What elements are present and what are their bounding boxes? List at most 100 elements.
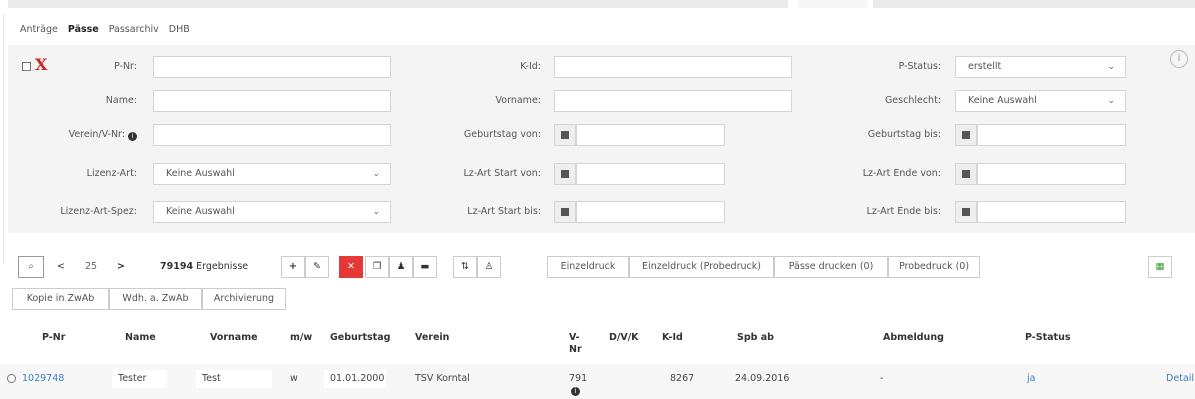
card-button[interactable]: ▬ [413, 256, 437, 278]
name-input[interactable] [153, 90, 391, 112]
verein-input[interactable] [153, 124, 391, 146]
lizenz-art-value: Keine Auswahl [166, 168, 235, 179]
tab-dhb[interactable]: DHB [169, 24, 190, 35]
col-header-vorname[interactable]: Vorname [210, 332, 258, 344]
select-all-checkbox[interactable] [22, 62, 31, 71]
col-header-v: V- [569, 332, 580, 343]
lizenz-art-select[interactable]: Keine Auswahl ⌄ [153, 163, 391, 185]
lz-ende-bis-input[interactable] [977, 201, 1126, 223]
table-row[interactable] [0, 364, 1195, 399]
edit-button[interactable]: ✎ [305, 256, 329, 278]
row-k-id: 8267 [670, 373, 695, 384]
delete-button[interactable]: ✕ [339, 256, 363, 278]
search-button[interactable]: ⌕ [18, 256, 44, 278]
probedruck-button[interactable]: Probedruck (0) [888, 256, 980, 278]
verein-label-text: Verein/V-Nr: [68, 129, 125, 140]
calendar-icon[interactable] [955, 163, 977, 185]
vorname-input[interactable] [554, 90, 792, 112]
calendar-icon[interactable] [955, 124, 977, 146]
k-id-label: K-Id: [520, 61, 541, 72]
chevron-down-icon: ⌄ [372, 207, 380, 217]
col-header-name[interactable]: Name [125, 332, 156, 344]
calendar-glyph [561, 208, 569, 216]
col-header-verein[interactable]: Verein [415, 332, 449, 344]
lz-start-bis-input[interactable] [576, 201, 725, 223]
top-bar-segment [8, 0, 788, 8]
row-name: Tester [112, 370, 167, 388]
row-select-radio[interactable] [7, 374, 16, 383]
row-p-status[interactable]: ja [1027, 373, 1035, 385]
plus-icon: + [289, 261, 297, 272]
close-icon: ✕ [347, 261, 355, 272]
add-button[interactable]: + [281, 256, 305, 278]
col-header-p-status[interactable]: P-Status [1025, 332, 1071, 344]
lz-ende-von-label: Lz-Art Ende von: [862, 168, 941, 179]
einzeldruck-button[interactable]: Einzeldruck [547, 256, 629, 278]
col-header-abmeldung[interactable]: Abmeldung [883, 332, 944, 344]
row-verein: TSV Korntal [415, 373, 470, 384]
lz-ende-von-input[interactable] [977, 163, 1126, 185]
row-p-nr-link[interactable]: 1029748 [22, 373, 64, 385]
geb-bis-input[interactable] [977, 124, 1126, 146]
k-id-input[interactable] [554, 56, 792, 78]
result-count: 79194 [160, 261, 194, 272]
info-icon: i [128, 132, 137, 141]
geb-von-input[interactable] [576, 124, 725, 146]
excel-export-button[interactable]: ▦ [1148, 256, 1172, 278]
col-header-spb-ab[interactable]: Spb ab [737, 332, 774, 344]
tab-antraege[interactable]: Anträge [20, 24, 58, 35]
users-button[interactable]: ♙ [477, 256, 501, 278]
col-header-v-nr[interactable]: V- Nr [569, 332, 582, 356]
chevron-down-icon: ⌄ [1107, 96, 1115, 106]
prev-page-icon[interactable]: < [56, 256, 66, 278]
wdh-zwab-button[interactable]: Wdh. a. ZwAb [109, 288, 202, 310]
lz-start-von-input[interactable] [576, 163, 725, 185]
lz-ende-bis-label: Lz-Art Ende bis: [866, 206, 941, 217]
geschlecht-select[interactable]: Keine Auswahl ⌄ [955, 90, 1126, 112]
info-icon[interactable]: i [571, 387, 580, 396]
pencil-icon: ✎ [313, 261, 321, 272]
archivierung-button[interactable]: Archivierung [202, 288, 286, 310]
lizenz-art-spez-label: Lizenz-Art-Spez: [60, 206, 137, 217]
paesse-drucken-button[interactable]: Pässe drucken (0) [774, 256, 888, 278]
col-header-geburtstag[interactable]: Geburtstag [330, 332, 390, 344]
calendar-icon[interactable] [554, 163, 576, 185]
page-size-value[interactable]: 25 [80, 256, 102, 278]
tab-paesse[interactable]: Pässe [68, 24, 99, 35]
user-button[interactable]: ♟ [389, 256, 413, 278]
col-header-mw[interactable]: m/w [290, 332, 312, 344]
col-header-dvk[interactable]: D/V/K [609, 332, 639, 344]
p-status-select[interactable]: erstellt ⌄ [955, 56, 1126, 78]
id-card-icon: ▬ [420, 261, 430, 272]
calendar-icon[interactable] [554, 201, 576, 223]
next-page-icon[interactable]: > [116, 256, 126, 278]
row-detail-link[interactable]: Detail [1166, 373, 1195, 385]
lizenz-art-spez-select[interactable]: Keine Auswahl ⌄ [153, 201, 391, 223]
kopie-zwab-button[interactable]: Kopie in ZwAb [12, 288, 109, 310]
sort-icon: ⇅ [461, 261, 469, 272]
info-icon[interactable]: i [1170, 50, 1188, 68]
col-header-p-nr[interactable]: P-Nr [42, 332, 65, 344]
row-mw: w [290, 373, 298, 384]
calendar-icon[interactable] [955, 201, 977, 223]
sort-button[interactable]: ⇅ [453, 256, 477, 278]
calendar-glyph [962, 131, 970, 139]
row-v-nr: 791 [569, 373, 588, 384]
einzeldruck-probe-button[interactable]: Einzeldruck (Probedruck) [629, 256, 774, 278]
geschlecht-value: Keine Auswahl [968, 95, 1037, 106]
row-geburtstag: 01.01.2000 [324, 370, 386, 388]
top-bar-segment [798, 0, 868, 8]
search-icon: ⌕ [28, 261, 34, 272]
user-icon: ♟ [396, 261, 406, 272]
col-header-k-id[interactable]: K-Id [662, 332, 683, 344]
p-nr-input[interactable] [153, 56, 391, 78]
tab-passarchiv[interactable]: Passarchiv [109, 24, 159, 35]
lz-start-von-label: Lz-Art Start von: [463, 168, 541, 179]
calendar-icon[interactable] [554, 124, 576, 146]
copy-button[interactable]: ❐ [365, 256, 389, 278]
row-vorname: Test [196, 370, 272, 388]
excel-icon: ▦ [1155, 261, 1165, 272]
lizenz-art-label: Lizenz-Art: [86, 168, 137, 179]
lizenz-art-spez-value: Keine Auswahl [166, 206, 235, 217]
p-nr-label: P-Nr: [114, 61, 137, 72]
